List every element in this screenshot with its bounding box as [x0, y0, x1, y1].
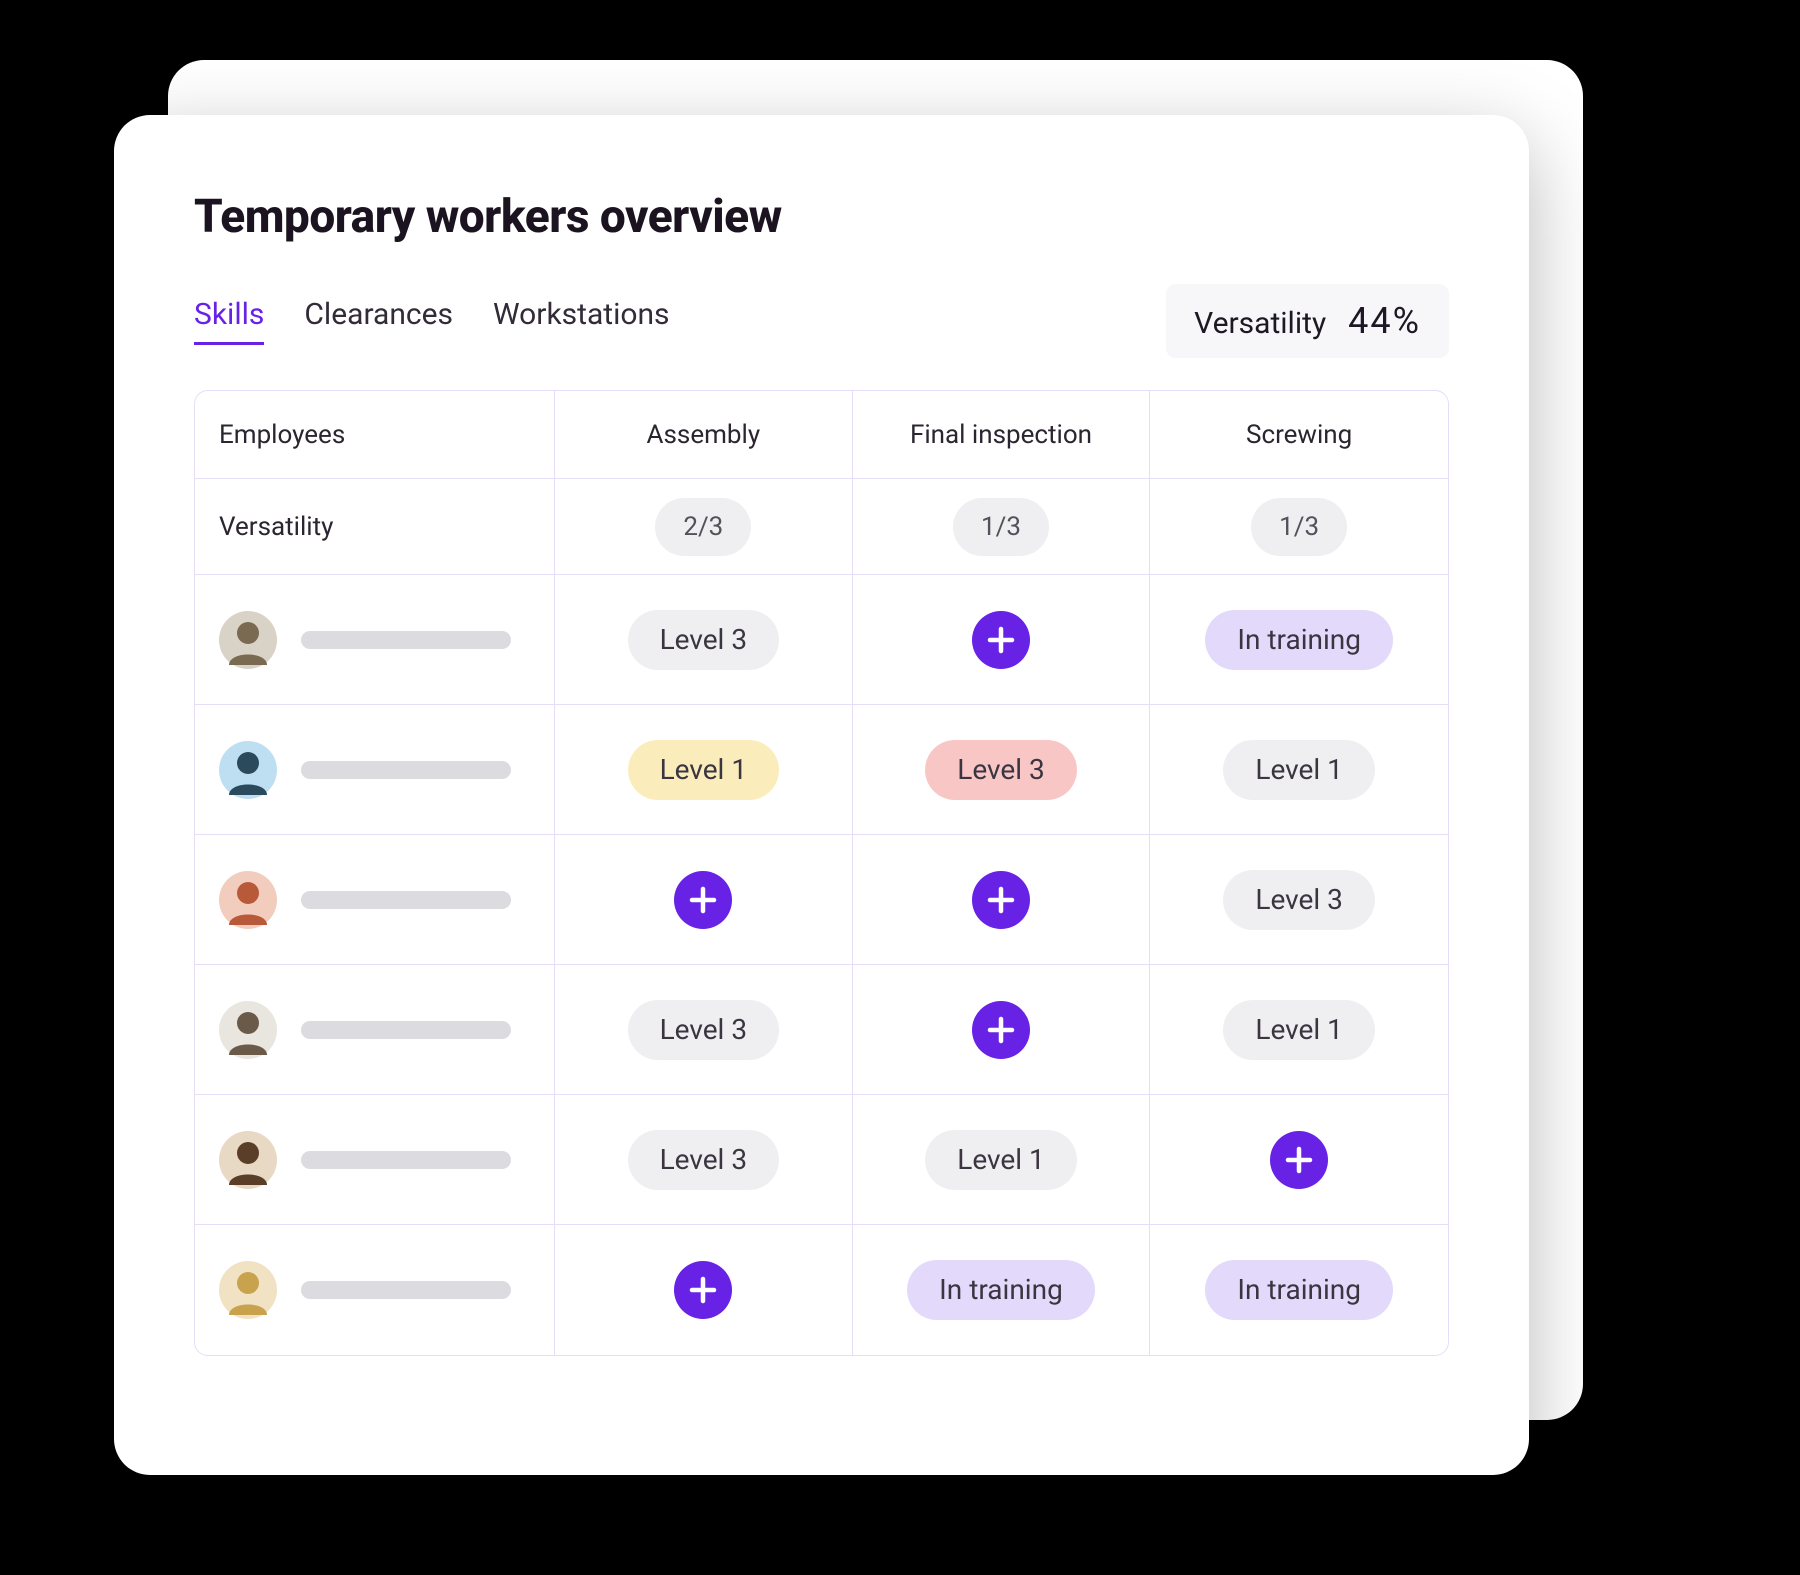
avatar [219, 741, 277, 799]
add-skill-button[interactable] [674, 871, 732, 929]
employee-cell[interactable] [195, 575, 555, 704]
table-row: In training In training [195, 1225, 1448, 1355]
employee-name-placeholder [301, 1281, 511, 1299]
employee-cell[interactable] [195, 705, 555, 834]
versatility-count: 2/3 [655, 498, 751, 556]
skill-cell: Level 3 [1150, 835, 1448, 964]
versatility-summary: Versatility 44% [1166, 284, 1449, 358]
employee-cell[interactable] [195, 1225, 555, 1355]
employee-name-placeholder [301, 761, 511, 779]
versatility-count: 1/3 [1251, 498, 1347, 556]
employee-name-placeholder [301, 891, 511, 909]
col-employees: Employees [195, 391, 555, 478]
add-skill-button[interactable] [1270, 1131, 1328, 1189]
add-skill-button[interactable] [972, 611, 1030, 669]
versatility-label: Versatility [1194, 306, 1326, 341]
versatility-value: 44% [1348, 300, 1421, 342]
skill-level-pill[interactable]: In training [907, 1260, 1095, 1320]
skill-cell [555, 835, 853, 964]
skill-level-pill[interactable]: Level 3 [628, 1000, 779, 1060]
skill-cell [555, 1225, 853, 1355]
table-row: Level 3 [195, 835, 1448, 965]
table-row: Level 3 Level 1 [195, 1095, 1448, 1225]
col-final-inspection: Final inspection [853, 391, 1151, 478]
skill-cell: Level 1 [853, 1095, 1151, 1224]
add-skill-button[interactable] [972, 1001, 1030, 1059]
skill-level-pill[interactable]: Level 1 [925, 1130, 1076, 1190]
versatility-row-label: Versatility [219, 512, 333, 542]
skill-level-pill[interactable]: Level 1 [1223, 1000, 1374, 1060]
skill-level-pill[interactable]: Level 1 [1223, 740, 1374, 800]
table-row: Level 3 Level 1 [195, 965, 1448, 1095]
employee-name-placeholder [301, 631, 511, 649]
skill-cell [853, 575, 1151, 704]
skill-level-pill[interactable]: Level 1 [628, 740, 779, 800]
employee-name-placeholder [301, 1151, 511, 1169]
skill-level-pill[interactable]: Level 3 [628, 610, 779, 670]
avatar [219, 871, 277, 929]
tab-workstations[interactable]: Workstations [493, 297, 670, 345]
employee-cell[interactable] [195, 1095, 555, 1224]
skill-cell: In training [1150, 1225, 1448, 1355]
tab-skills[interactable]: Skills [194, 297, 264, 345]
skill-level-pill[interactable]: Level 3 [628, 1130, 779, 1190]
employee-cell[interactable] [195, 835, 555, 964]
avatar [219, 611, 277, 669]
skill-level-pill[interactable]: Level 3 [1223, 870, 1374, 930]
table-header-row: Employees Assembly Final inspection Scre… [195, 391, 1448, 479]
skill-level-pill[interactable]: Level 3 [925, 740, 1076, 800]
tab-row: Skills Clearances Workstations Versatility… [194, 284, 1449, 358]
skills-table: Employees Assembly Final inspection Scre… [194, 390, 1449, 1356]
skill-cell: In training [853, 1225, 1151, 1355]
skill-cell: Level 1 [555, 705, 853, 834]
skill-cell [853, 965, 1151, 1094]
skill-cell: Level 3 [555, 1095, 853, 1224]
avatar [219, 1001, 277, 1059]
avatar [219, 1261, 277, 1319]
skill-level-pill[interactable]: In training [1205, 610, 1393, 670]
skill-cell: Level 1 [1150, 705, 1448, 834]
employee-name-placeholder [301, 1021, 511, 1039]
skill-cell: In training [1150, 575, 1448, 704]
employee-cell[interactable] [195, 965, 555, 1094]
table-row: Level 1 Level 3 Level 1 [195, 705, 1448, 835]
overview-card: Temporary workers overview Skills Clearan… [114, 115, 1529, 1475]
col-screwing: Screwing [1150, 391, 1448, 478]
add-skill-button[interactable] [972, 871, 1030, 929]
col-assembly: Assembly [555, 391, 853, 478]
tab-clearances[interactable]: Clearances [304, 297, 453, 345]
skill-cell: Level 3 [555, 575, 853, 704]
page-title: Temporary workers overview [194, 190, 1449, 244]
skill-cell: Level 3 [853, 705, 1151, 834]
versatility-row: Versatility 2/3 1/3 1/3 [195, 479, 1448, 575]
skill-cell: Level 1 [1150, 965, 1448, 1094]
skill-cell: Level 3 [555, 965, 853, 1094]
skill-cell [853, 835, 1151, 964]
avatar [219, 1131, 277, 1189]
skill-cell [1150, 1095, 1448, 1224]
skill-level-pill[interactable]: In training [1205, 1260, 1393, 1320]
table-row: Level 3 In training [195, 575, 1448, 705]
add-skill-button[interactable] [674, 1261, 732, 1319]
versatility-count: 1/3 [953, 498, 1049, 556]
